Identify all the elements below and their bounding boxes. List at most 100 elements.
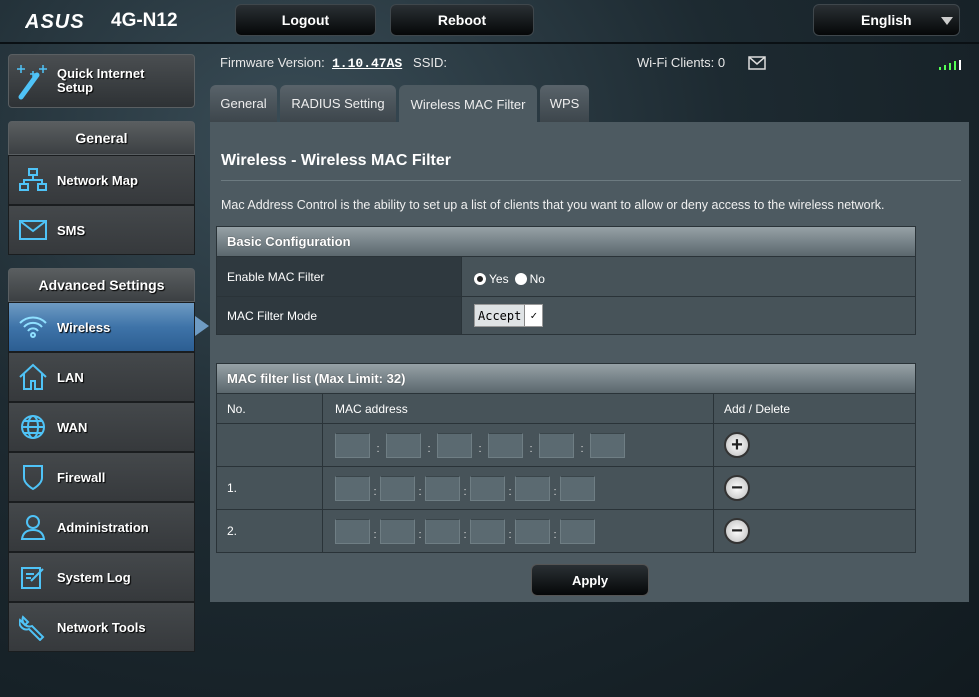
radio-unchecked-icon (514, 273, 527, 286)
sidebar-item-system-log[interactable]: System Log (8, 552, 195, 602)
basic-configuration-header: Basic Configuration (217, 227, 915, 256)
firmware-label: Firmware Version: (220, 55, 325, 70)
mac-octet-input[interactable] (488, 432, 523, 458)
enable-mac-filter-label: Enable MAC Filter (217, 257, 462, 296)
firmware-version-link[interactable]: 1.10.47AS (332, 56, 402, 71)
quick-internet-setup-button[interactable]: Quick Internet Setup (8, 54, 195, 108)
colon-separator: : (529, 443, 533, 455)
mac-octet-input[interactable] (437, 432, 472, 458)
table-row: ::::: + (217, 423, 915, 466)
remove-icon[interactable]: − (724, 518, 750, 544)
mac-octet-input[interactable] (539, 432, 574, 458)
mac-octet-input[interactable] (470, 475, 505, 501)
mac-octet-input[interactable] (425, 475, 460, 501)
signal-strength-icon (939, 60, 961, 70)
sidebar-item-network-map[interactable]: Network Map (8, 155, 195, 205)
language-select[interactable]: English (813, 4, 960, 36)
active-indicator-arrow (195, 316, 209, 336)
sidebar-item-label: Administration (57, 519, 149, 535)
sidebar-item-label: Network Map (57, 172, 138, 188)
sidebar-item-label: LAN (57, 369, 84, 385)
firmware-info: Firmware Version: 1.10.47AS SSID: (220, 55, 447, 71)
advanced-section-header: Advanced Settings (8, 268, 195, 302)
chevron-down-icon: ✓ (524, 305, 543, 326)
general-section-header: General (8, 121, 195, 155)
mac-address-cell: ::::: (323, 510, 714, 552)
radio-no[interactable]: No (514, 271, 545, 286)
user-icon (9, 513, 57, 541)
page-description: Mac Address Control is the ability to se… (221, 198, 885, 212)
colon-separator: : (376, 443, 380, 455)
mac-octet-input[interactable] (380, 518, 415, 544)
mac-filter-mode-select[interactable]: Accept ✓ (474, 304, 544, 327)
colon-separator: : (373, 486, 377, 498)
sidebar-item-label: Wireless (57, 319, 111, 335)
radio-yes-label: Yes (489, 271, 509, 286)
colon-separator: : (418, 529, 422, 541)
colon-separator: : (463, 529, 467, 541)
column-header-mac: MAC address (323, 394, 714, 423)
globe-icon (9, 413, 57, 441)
radio-yes[interactable]: Yes (474, 272, 509, 286)
envelope-icon[interactable] (748, 56, 766, 70)
radio-no-label: No (529, 271, 545, 286)
sidebar-item-wireless[interactable]: Wireless (8, 302, 195, 352)
svg-text:ASUS: ASUS (25, 12, 85, 30)
mode-value: Accept (478, 308, 522, 323)
colon-separator: : (427, 443, 431, 455)
sidebar-item-sms[interactable]: SMS (8, 205, 195, 255)
mac-octet-input[interactable] (335, 518, 370, 544)
sidebar-item-administration[interactable]: Administration (8, 502, 195, 552)
shield-icon (9, 463, 57, 491)
home-icon (9, 363, 57, 391)
mac-octet-input[interactable] (515, 475, 550, 501)
apply-button[interactable]: Apply (531, 564, 649, 596)
row-number (217, 424, 323, 466)
colon-separator: : (508, 486, 512, 498)
ssid-label: SSID: (413, 55, 448, 70)
tab-wireless-mac-filter[interactable]: Wireless MAC Filter (399, 85, 537, 123)
remove-icon[interactable]: − (724, 475, 750, 501)
wrench-icon (9, 613, 57, 641)
mac-filter-list-table: MAC filter list (Max Limit: 32) No. MAC … (216, 363, 916, 553)
colon-separator: : (418, 486, 422, 498)
quick-setup-label: Quick Internet Setup (57, 66, 145, 95)
mac-octet-input[interactable] (560, 475, 595, 501)
header-divider (0, 42, 979, 44)
sidebar-item-network-tools[interactable]: Network Tools (8, 602, 195, 652)
mac-octet-input[interactable] (335, 475, 370, 501)
tab-radius-setting[interactable]: RADIUS Setting (280, 85, 396, 122)
model-name: 4G-N12 (111, 10, 178, 31)
mac-octet-input[interactable] (425, 518, 460, 544)
column-header-no: No. (217, 394, 323, 423)
row-number: 1. (217, 467, 323, 509)
mac-octet-input[interactable] (590, 432, 625, 458)
sidebar-item-firewall[interactable]: Firewall (8, 452, 195, 502)
tab-general[interactable]: General (210, 85, 277, 122)
sidebar-item-label: Firewall (57, 469, 106, 485)
mac-filter-list-header: MAC filter list (Max Limit: 32) (217, 364, 915, 393)
sidebar-item-label: SMS (57, 222, 86, 238)
colon-separator: : (553, 529, 557, 541)
logout-button[interactable]: Logout (235, 4, 376, 36)
table-row: 2. ::::: − (217, 509, 915, 552)
mac-filter-mode-label: MAC Filter Mode (217, 297, 462, 334)
mac-octet-input[interactable] (386, 432, 421, 458)
sidebar-item-wan[interactable]: WAN (8, 402, 195, 452)
reboot-button[interactable]: Reboot (390, 4, 534, 36)
table-row: 1. ::::: − (217, 466, 915, 509)
mac-octet-input[interactable] (380, 475, 415, 501)
mac-octet-input[interactable] (515, 518, 550, 544)
mac-octet-input[interactable] (335, 432, 370, 458)
envelope-icon (9, 219, 57, 241)
sidebar-item-lan[interactable]: LAN (8, 352, 195, 402)
mac-octet-input[interactable] (470, 518, 505, 544)
tab-wps[interactable]: WPS (540, 85, 589, 122)
mac-address-cell: ::::: (323, 424, 714, 466)
colon-separator: : (478, 443, 482, 455)
network-map-icon (9, 167, 57, 193)
mac-octet-input[interactable] (560, 518, 595, 544)
brand: ASUS 4G-N12 (25, 10, 178, 32)
add-icon[interactable]: + (724, 432, 750, 458)
colon-separator: : (580, 443, 584, 455)
